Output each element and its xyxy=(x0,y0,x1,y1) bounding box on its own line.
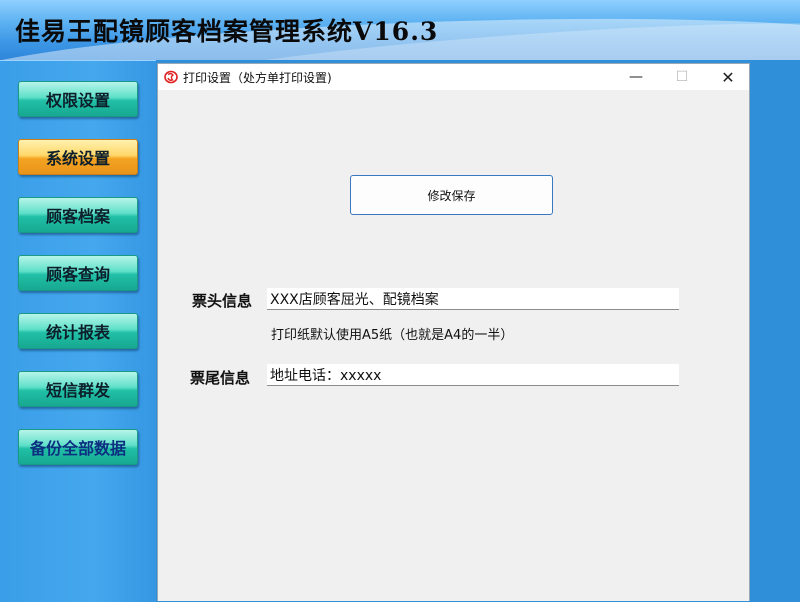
footer-info-input[interactable] xyxy=(267,364,679,386)
close-icon[interactable]: ✕ xyxy=(705,64,751,90)
print-settings-dialog: 打印设置（处方单打印设置) — ☐ ✕ 修改保存 票头信息 打印纸默认使用A5纸… xyxy=(157,63,750,601)
maximize-icon[interactable]: ☐ xyxy=(659,64,705,90)
header-info-label: 票头信息 xyxy=(192,292,253,310)
sidebar-item-system-settings[interactable]: 系统设置 xyxy=(18,139,138,175)
save-button[interactable]: 修改保存 xyxy=(350,175,553,215)
sidebar-item-sms[interactable]: 短信群发 xyxy=(18,371,138,407)
header-info-input[interactable] xyxy=(267,288,679,310)
app-logo-icon xyxy=(164,70,178,84)
dialog-title: 打印设置（处方单打印设置) xyxy=(183,71,332,85)
sidebar: 权限设置 系统设置 顾客档案 顾客查询 统计报表 短信群发 备份全部数据 xyxy=(0,60,156,602)
app-header: 佳易王配镜顾客档案管理系统V16.3 xyxy=(0,0,800,60)
sidebar-item-permissions[interactable]: 权限设置 xyxy=(18,81,138,117)
sidebar-item-customer-records[interactable]: 顾客档案 xyxy=(18,197,138,233)
paper-size-hint: 打印纸默认使用A5纸（也就是A4的一半） xyxy=(271,328,514,343)
app-title: 佳易王配镜顾客档案管理系统V16.3 xyxy=(15,17,439,46)
minimize-icon[interactable]: — xyxy=(613,64,659,90)
footer-info-label: 票尾信息 xyxy=(190,369,251,387)
dialog-titlebar[interactable]: 打印设置（处方单打印设置) — ☐ ✕ xyxy=(158,64,749,90)
sidebar-item-backup[interactable]: 备份全部数据 xyxy=(18,429,138,465)
sidebar-item-reports[interactable]: 统计报表 xyxy=(18,313,138,349)
sidebar-item-customer-query[interactable]: 顾客查询 xyxy=(18,255,138,291)
